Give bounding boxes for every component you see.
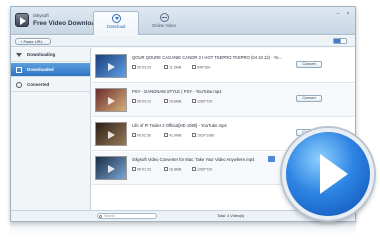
window-reflection	[10, 222, 356, 236]
resolution: 1280*720	[192, 99, 212, 103]
sidebar-item-downloaded[interactable]: Downloaded	[11, 63, 90, 77]
sidebar-item-label: Converted	[27, 82, 50, 87]
video-thumbnail[interactable]	[95, 88, 127, 112]
total-count: Total: 4 Video(s)	[217, 214, 245, 218]
search-input[interactable]: Search	[97, 213, 157, 219]
file-icon	[164, 167, 168, 171]
view-toggle[interactable]	[333, 38, 347, 44]
close-button[interactable]: ×	[345, 11, 351, 17]
convert-icon	[16, 82, 22, 88]
list-item[interactable]: QOUR QOURE CAGANIE CANOR 3 Ⅰ HOT TKEPRO …	[92, 50, 355, 83]
file-icon	[164, 99, 168, 103]
convert-button[interactable]: Convert	[296, 95, 322, 102]
tab-download[interactable]: Download	[93, 11, 139, 35]
file-icon	[164, 65, 168, 69]
resolution: 1920*1080	[192, 133, 214, 137]
tab-online-video-label: Online Video	[152, 23, 176, 28]
sidebar-item-converted[interactable]: Converted	[11, 78, 90, 92]
grid-view-icon[interactable]	[339, 39, 346, 43]
video-title: QOUR QOURE CAGANIE CANOR 3 Ⅰ HOT TKEPRO …	[132, 55, 282, 60]
convert-button[interactable]: Convert	[296, 61, 322, 68]
paste-url-button[interactable]: + Paste URL	[15, 38, 51, 45]
file-size: 11.9MB	[164, 65, 181, 69]
file-icon	[164, 133, 168, 137]
resolution: 640*360	[192, 65, 210, 69]
tab-online-video[interactable]: Online Video	[141, 11, 187, 35]
brand-name: iSkysoft	[33, 13, 49, 18]
globe-icon	[159, 13, 169, 22]
resolution-icon	[192, 65, 196, 69]
clock-icon	[132, 99, 136, 103]
duration: 00:01:23	[132, 167, 151, 171]
minimize-button[interactable]: –	[335, 11, 341, 17]
video-thumbnail[interactable]	[95, 54, 127, 78]
duration: 00:02:30	[132, 133, 151, 137]
clock-icon	[132, 167, 136, 171]
duration: 00:04:12	[132, 99, 151, 103]
sidebar: Downloading Downloaded Converted	[11, 48, 91, 210]
file-size: 19.6MB	[164, 99, 181, 103]
resolution-icon	[192, 167, 196, 171]
tab-download-label: Download	[106, 24, 126, 29]
resolution-icon	[192, 133, 196, 137]
file-size: 16.8MB	[164, 167, 181, 171]
toolbar: + Paste URL	[11, 36, 355, 47]
resolution-icon	[192, 99, 196, 103]
sidebar-item-label: Downloaded	[27, 67, 54, 72]
clock-icon	[132, 65, 136, 69]
search-placeholder: Search	[104, 214, 116, 218]
edit-icon[interactable]	[268, 156, 275, 162]
stage: iSkysoft Free Video Downloader Download …	[0, 0, 380, 240]
play-button-icon	[282, 128, 374, 220]
titlebar: iSkysoft Free Video Downloader Download …	[11, 7, 355, 35]
video-title: PSY - GANGNAM STYLE ( PSY - YouTube.mp4	[132, 89, 222, 94]
sidebar-item-downloading[interactable]: Downloading	[11, 48, 90, 62]
download-circle-icon	[111, 14, 121, 23]
film-icon	[16, 67, 22, 73]
resolution: 1280*720	[192, 167, 212, 171]
download-arrow-icon	[16, 52, 22, 58]
video-thumbnail[interactable]	[95, 156, 127, 180]
search-icon	[99, 215, 102, 218]
app-logo-icon	[15, 13, 29, 27]
list-item[interactable]: PSY - GANGNAM STYLE ( PSY - YouTube.mp4 …	[92, 84, 355, 117]
clock-icon	[132, 133, 136, 137]
file-size: 41.9MB	[164, 133, 181, 137]
sidebar-item-label: Downloading	[27, 52, 56, 57]
video-thumbnail[interactable]	[95, 122, 127, 146]
duration: 00:03:20	[132, 65, 151, 69]
video-title: Life of Pi Trailer 2 Official[HD 1080] -…	[132, 123, 227, 128]
